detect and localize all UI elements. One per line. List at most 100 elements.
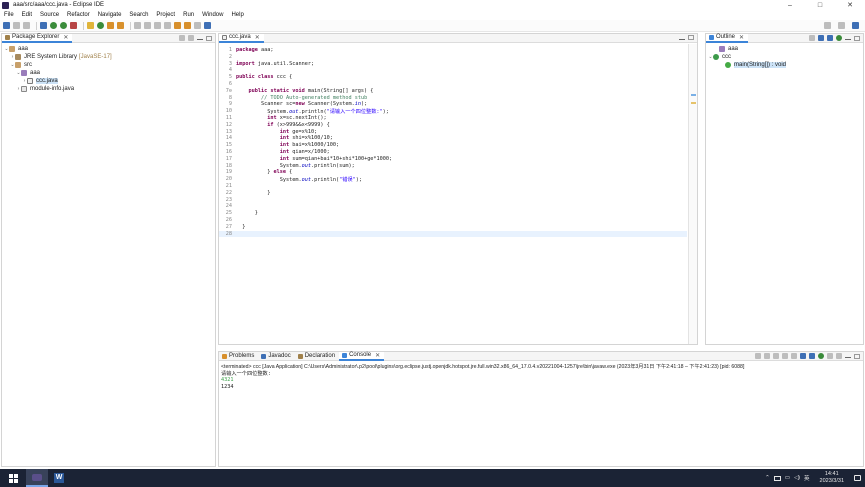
scroll-lock-icon[interactable] (791, 353, 797, 359)
tree-item-module-info[interactable]: › module-info.java (4, 85, 213, 93)
code-line[interactable]: 24 (219, 203, 687, 210)
annotation-prev-icon[interactable] (164, 22, 171, 29)
forward-icon[interactable] (194, 22, 201, 29)
menu-source[interactable]: Source (36, 12, 63, 18)
tree-item-src[interactable]: ⌄ src (4, 61, 213, 69)
maximize-view-icon[interactable] (688, 35, 694, 40)
code-line[interactable]: 20 System.out.println("错误"); (219, 176, 687, 183)
ime-indicator[interactable]: 英 (804, 474, 810, 482)
new-package-icon[interactable] (97, 22, 104, 29)
close-icon[interactable]: ✕ (375, 352, 380, 359)
tree-item-jre[interactable]: › JRE System Library [JavaSE-17] (4, 53, 213, 61)
taskbar-word[interactable]: W (48, 469, 70, 487)
new-class-icon[interactable] (107, 22, 114, 29)
code-line[interactable]: 25 } (219, 210, 687, 217)
code-line[interactable]: 18 System.out.println(sum); (219, 163, 687, 170)
volume-icon[interactable]: ◁) (794, 475, 800, 481)
back-icon[interactable] (184, 22, 191, 29)
menu-edit[interactable]: Edit (18, 12, 36, 18)
code-line[interactable]: 13 int ge=x%10; (219, 129, 687, 136)
java-perspective-icon[interactable] (852, 22, 859, 29)
tab-console[interactable]: Console ✕ (339, 351, 385, 361)
outline-item-main[interactable]: main(String[]) : void (708, 61, 861, 69)
code-area[interactable]: 1 package aaa; 2 3 import java.util.Scanner;… (219, 44, 687, 344)
code-line[interactable]: 1 package aaa; (219, 47, 687, 54)
menu-search[interactable]: Search (125, 12, 152, 18)
taskbar-eclipse[interactable] (26, 469, 48, 487)
code-line[interactable]: 10 System.out.println("请输入一个四位整数:"); (219, 108, 687, 115)
tab-outline[interactable]: Outline ✕ (706, 33, 749, 43)
code-line[interactable]: 4 (219, 67, 687, 74)
minimize-view-icon[interactable] (197, 39, 203, 40)
link-editor-icon[interactable] (188, 35, 194, 41)
terminate-icon[interactable] (755, 353, 761, 359)
code-line[interactable]: 15 int bai=x%1000/100; (219, 142, 687, 149)
start-button[interactable] (2, 469, 24, 487)
open-type-icon[interactable] (117, 22, 124, 29)
menu-help[interactable]: Help (227, 12, 247, 18)
occurrence-marker[interactable] (691, 94, 696, 96)
show-on-output-icon[interactable] (809, 353, 815, 359)
code-line[interactable]: 26 (219, 217, 687, 224)
hide-static-icon[interactable] (827, 35, 833, 41)
display-console-icon[interactable] (827, 353, 833, 359)
sort-icon[interactable] (809, 35, 815, 41)
warning-marker[interactable] (691, 102, 696, 104)
new-java-project-icon[interactable] (87, 22, 94, 29)
code-line[interactable]: 21 (219, 183, 687, 190)
minimize-button[interactable]: – (775, 0, 805, 10)
tab-problems[interactable]: Problems (219, 352, 258, 361)
save-icon[interactable] (13, 22, 20, 29)
close-icon[interactable]: ✕ (63, 34, 68, 41)
code-line[interactable]: 14 int shi=x%100/10; (219, 135, 687, 142)
maximize-view-icon[interactable] (854, 35, 860, 41)
maximize-view-icon[interactable] (854, 353, 860, 359)
code-line[interactable]: 3 import java.util.Scanner; (219, 61, 687, 68)
quick-access-search-icon[interactable] (824, 22, 831, 29)
code-line[interactable]: 8 // TODO Auto-generated method stub (219, 95, 687, 102)
coverage-icon[interactable] (60, 22, 67, 29)
tree-item-project-aaa[interactable]: ⌄ aaa (4, 45, 213, 53)
hide-nonpublic-icon[interactable] (836, 35, 842, 41)
toggle-mark-icon[interactable] (144, 22, 151, 29)
menu-navigate[interactable]: Navigate (94, 12, 126, 18)
tab-javadoc[interactable]: Javadoc (258, 352, 294, 361)
outline-item-package[interactable]: aaa (708, 45, 861, 53)
clock[interactable]: 14:41 2023/3/31 (820, 471, 844, 485)
save-all-icon[interactable] (23, 22, 30, 29)
close-button[interactable]: ✕ (835, 0, 865, 10)
new-icon[interactable] (3, 22, 10, 29)
debug-icon[interactable] (40, 22, 47, 29)
network-icon[interactable]: ▭ (785, 475, 790, 481)
menu-file[interactable]: File (0, 12, 18, 18)
external-tools-icon[interactable] (70, 22, 77, 29)
display-icon[interactable] (773, 475, 781, 481)
open-perspective-icon[interactable] (838, 22, 845, 29)
close-icon[interactable]: ✕ (255, 34, 260, 41)
code-line[interactable]: 22 } (219, 190, 687, 197)
collapse-all-icon[interactable] (179, 35, 185, 41)
menu-run[interactable]: Run (179, 12, 198, 18)
code-line[interactable]: 5 public class ccc { (219, 74, 687, 81)
hide-fields-icon[interactable] (818, 35, 824, 41)
clear-console-icon[interactable] (782, 353, 788, 359)
code-line[interactable]: 16 int qian=x/1000; (219, 149, 687, 156)
editor-overview-ruler[interactable] (688, 44, 697, 344)
menu-window[interactable]: Window (198, 12, 227, 18)
last-edit-icon[interactable] (174, 22, 181, 29)
chevron-up-icon[interactable]: ⌃ (765, 475, 770, 481)
minimize-view-icon[interactable] (679, 38, 685, 40)
code-line[interactable]: 19 } else { (219, 169, 687, 176)
search-icon[interactable] (134, 22, 141, 29)
notification-icon[interactable] (854, 475, 861, 481)
tab-package-explorer[interactable]: Package Explorer ✕ (2, 33, 73, 43)
menu-refactor[interactable]: Refactor (63, 12, 94, 18)
code-line[interactable]: 11 int x=sc.nextInt(); (219, 115, 687, 122)
minimize-view-icon[interactable] (845, 357, 851, 358)
pin-console-icon[interactable] (818, 353, 824, 359)
code-line[interactable]: 6 (219, 81, 687, 88)
code-line[interactable]: 9 Scanner sc=new Scanner(System.in); (219, 101, 687, 108)
remove-all-icon[interactable] (773, 353, 779, 359)
code-line[interactable]: 2 (219, 54, 687, 61)
annotation-next-icon[interactable] (154, 22, 161, 29)
